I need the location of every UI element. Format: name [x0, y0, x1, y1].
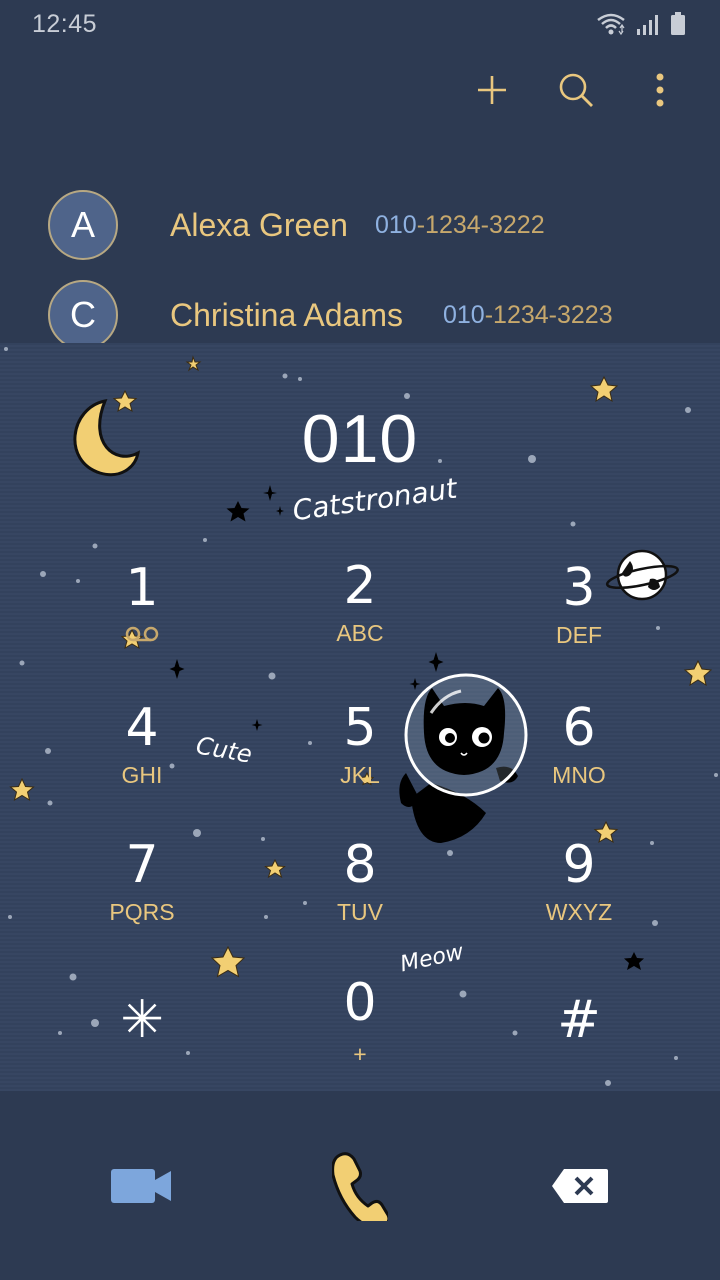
- backspace-button[interactable]: [540, 1150, 620, 1226]
- key-letters: MNO: [552, 762, 606, 788]
- key-digit: 2: [343, 556, 377, 616]
- key-letters: +: [353, 1041, 367, 1067]
- contact-row[interactable]: C Christina Adams 010-1234-3223: [0, 270, 720, 345]
- key-3[interactable]: 3 DEF: [494, 560, 664, 680]
- key-9[interactable]: 9 WXYZ: [494, 837, 664, 957]
- add-icon[interactable]: [472, 70, 512, 110]
- key-digit: 5: [343, 698, 377, 758]
- key-digit: #: [557, 990, 601, 1050]
- key-digit: 0: [343, 973, 377, 1033]
- contact-suggestions-list: A Alexa Green 010-1234-3222 C Christina …: [0, 180, 720, 345]
- number-match: 010: [375, 210, 417, 239]
- key-letters: DEF: [556, 622, 602, 648]
- voicemail-icon: [57, 622, 227, 650]
- more-icon[interactable]: [640, 70, 680, 110]
- key-8[interactable]: 8 TUV: [275, 837, 445, 957]
- battery-icon: [670, 12, 686, 41]
- key-digit: 3: [562, 558, 596, 618]
- key-letters: JKL: [340, 762, 380, 788]
- contact-number: 010-1234-3223: [443, 301, 613, 330]
- call-icon: [331, 1151, 391, 1229]
- dialed-number[interactable]: 010: [0, 400, 720, 478]
- action-bar: [472, 70, 680, 110]
- key-5[interactable]: 5 JKL: [275, 700, 445, 820]
- status-icons: [596, 12, 686, 41]
- key-letters: PQRS: [109, 899, 175, 925]
- contact-name: Christina Adams: [170, 296, 403, 333]
- key-digit: 4: [125, 698, 159, 758]
- key-4[interactable]: 4 GHI: [57, 700, 227, 820]
- key-6[interactable]: 6 MNO: [494, 700, 664, 820]
- number-rest: -1234-3223: [484, 300, 613, 329]
- key-7[interactable]: 7 PQRS: [57, 837, 227, 957]
- video-call-icon: [111, 1166, 173, 1211]
- key-letters: GHI: [121, 762, 163, 788]
- key-0[interactable]: 0 +: [275, 975, 445, 1095]
- key-digit: 1: [125, 558, 159, 618]
- avatar: A: [48, 190, 118, 260]
- call-button[interactable]: [320, 1150, 400, 1229]
- contact-number: 010-1234-3222: [375, 211, 545, 240]
- key-letters: TUV: [337, 899, 383, 925]
- video-call-button[interactable]: [102, 1150, 182, 1226]
- wifi-icon: [596, 12, 626, 41]
- contact-name: Alexa Green: [170, 206, 348, 243]
- key-digit: 8: [343, 835, 377, 895]
- status-time: 12:45: [32, 10, 98, 38]
- contact-row[interactable]: A Alexa Green 010-1234-3222: [0, 180, 720, 270]
- key-1[interactable]: 1: [57, 560, 227, 680]
- number-rest: -1234-3222: [416, 210, 545, 239]
- key-digit: 6: [562, 698, 596, 758]
- key-digit: 7: [125, 835, 159, 895]
- backspace-icon: [550, 1167, 610, 1210]
- key-digit: ✳: [120, 990, 164, 1050]
- avatar: C: [48, 280, 118, 345]
- key-2[interactable]: 2 ABC: [275, 558, 445, 678]
- key-digit: 9: [562, 835, 596, 895]
- key-letters: ABC: [336, 620, 384, 646]
- status-bar: 12:45: [0, 0, 720, 50]
- signal-icon: [636, 14, 660, 41]
- number-match: 010: [443, 300, 485, 329]
- search-icon[interactable]: [556, 70, 596, 110]
- key-letters: WXYZ: [545, 899, 613, 925]
